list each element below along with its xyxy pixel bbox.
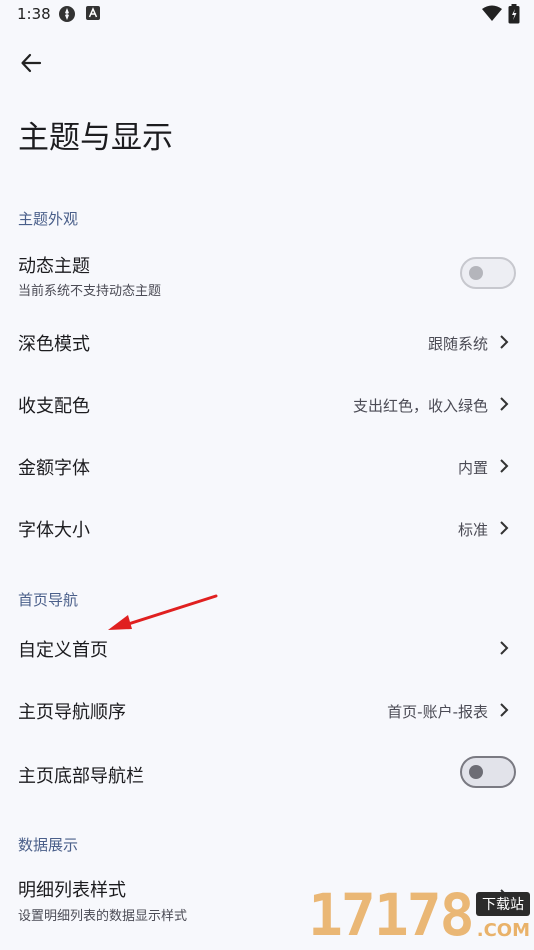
bottom-nav-toggle[interactable] <box>460 756 516 788</box>
setting-value: 标准 <box>457 521 488 539</box>
setting-custom-home[interactable]: 自定义首页 <box>0 618 534 678</box>
status-time: 1:38 <box>17 5 51 23</box>
setting-title: 收支配色 <box>18 396 90 417</box>
watermark-badge: 下载站 <box>476 892 530 916</box>
setting-title: 主页底部导航栏 <box>18 766 144 787</box>
watermark-number: 17178 <box>308 881 475 949</box>
section-header-theme: 主题外观 <box>18 210 79 228</box>
setting-title: 金额字体 <box>18 458 90 479</box>
chevron-right-icon <box>500 703 509 717</box>
chevron-right-icon <box>500 335 509 349</box>
app-notification-icon <box>59 6 75 22</box>
annotation-arrow-icon <box>108 594 218 630</box>
status-bar: 1:38 <box>0 0 534 28</box>
setting-title: 明细列表样式 <box>18 880 126 901</box>
setting-dark-mode[interactable]: 深色模式 跟随系统 <box>0 312 534 372</box>
setting-amount-font[interactable]: 金额字体 内置 <box>0 436 534 496</box>
setting-value: 内置 <box>457 459 488 477</box>
back-button[interactable] <box>14 46 48 80</box>
setting-font-size[interactable]: 字体大小 标准 <box>0 498 534 558</box>
setting-title: 主页导航顺序 <box>18 702 126 723</box>
chevron-right-icon <box>500 397 509 411</box>
watermark-suffix: .COM <box>476 920 530 941</box>
setting-value: 支出红色，收入绿色 <box>352 397 488 415</box>
setting-title: 深色模式 <box>18 334 90 355</box>
setting-title: 自定义首页 <box>18 640 108 661</box>
setting-bottom-nav[interactable]: 主页底部导航栏 <box>0 742 534 804</box>
a-notification-icon <box>86 6 100 20</box>
setting-subtitle: 当前系统不支持动态主题 <box>18 284 162 299</box>
battery-icon <box>508 4 520 24</box>
setting-income-color[interactable]: 收支配色 支出红色，收入绿色 <box>0 374 534 434</box>
section-header-home-nav: 首页导航 <box>18 591 79 609</box>
page-title: 主题与显示 <box>18 120 173 156</box>
setting-value: 首页-账户-报表 <box>387 703 488 721</box>
toggle-knob <box>469 765 483 779</box>
dynamic-theme-toggle[interactable] <box>460 257 516 289</box>
chevron-right-icon <box>500 521 509 535</box>
setting-title: 字体大小 <box>18 520 90 541</box>
section-header-data-display: 数据展示 <box>18 836 79 854</box>
chevron-right-icon <box>500 641 509 655</box>
chevron-right-icon <box>500 459 509 473</box>
setting-title: 动态主题 <box>18 256 90 277</box>
wifi-icon <box>482 5 502 21</box>
setting-subtitle: 设置明细列表的数据显示样式 <box>18 909 188 924</box>
setting-nav-order[interactable]: 主页导航顺序 首页-账户-报表 <box>0 680 534 740</box>
watermark-logo: 17178 下载站 .COM <box>308 880 534 950</box>
setting-dynamic-theme[interactable]: 动态主题 当前系统不支持动态主题 <box>0 240 534 308</box>
setting-value: 跟随系统 <box>427 335 488 353</box>
toggle-knob <box>469 266 483 280</box>
arrow-left-icon <box>21 53 42 73</box>
